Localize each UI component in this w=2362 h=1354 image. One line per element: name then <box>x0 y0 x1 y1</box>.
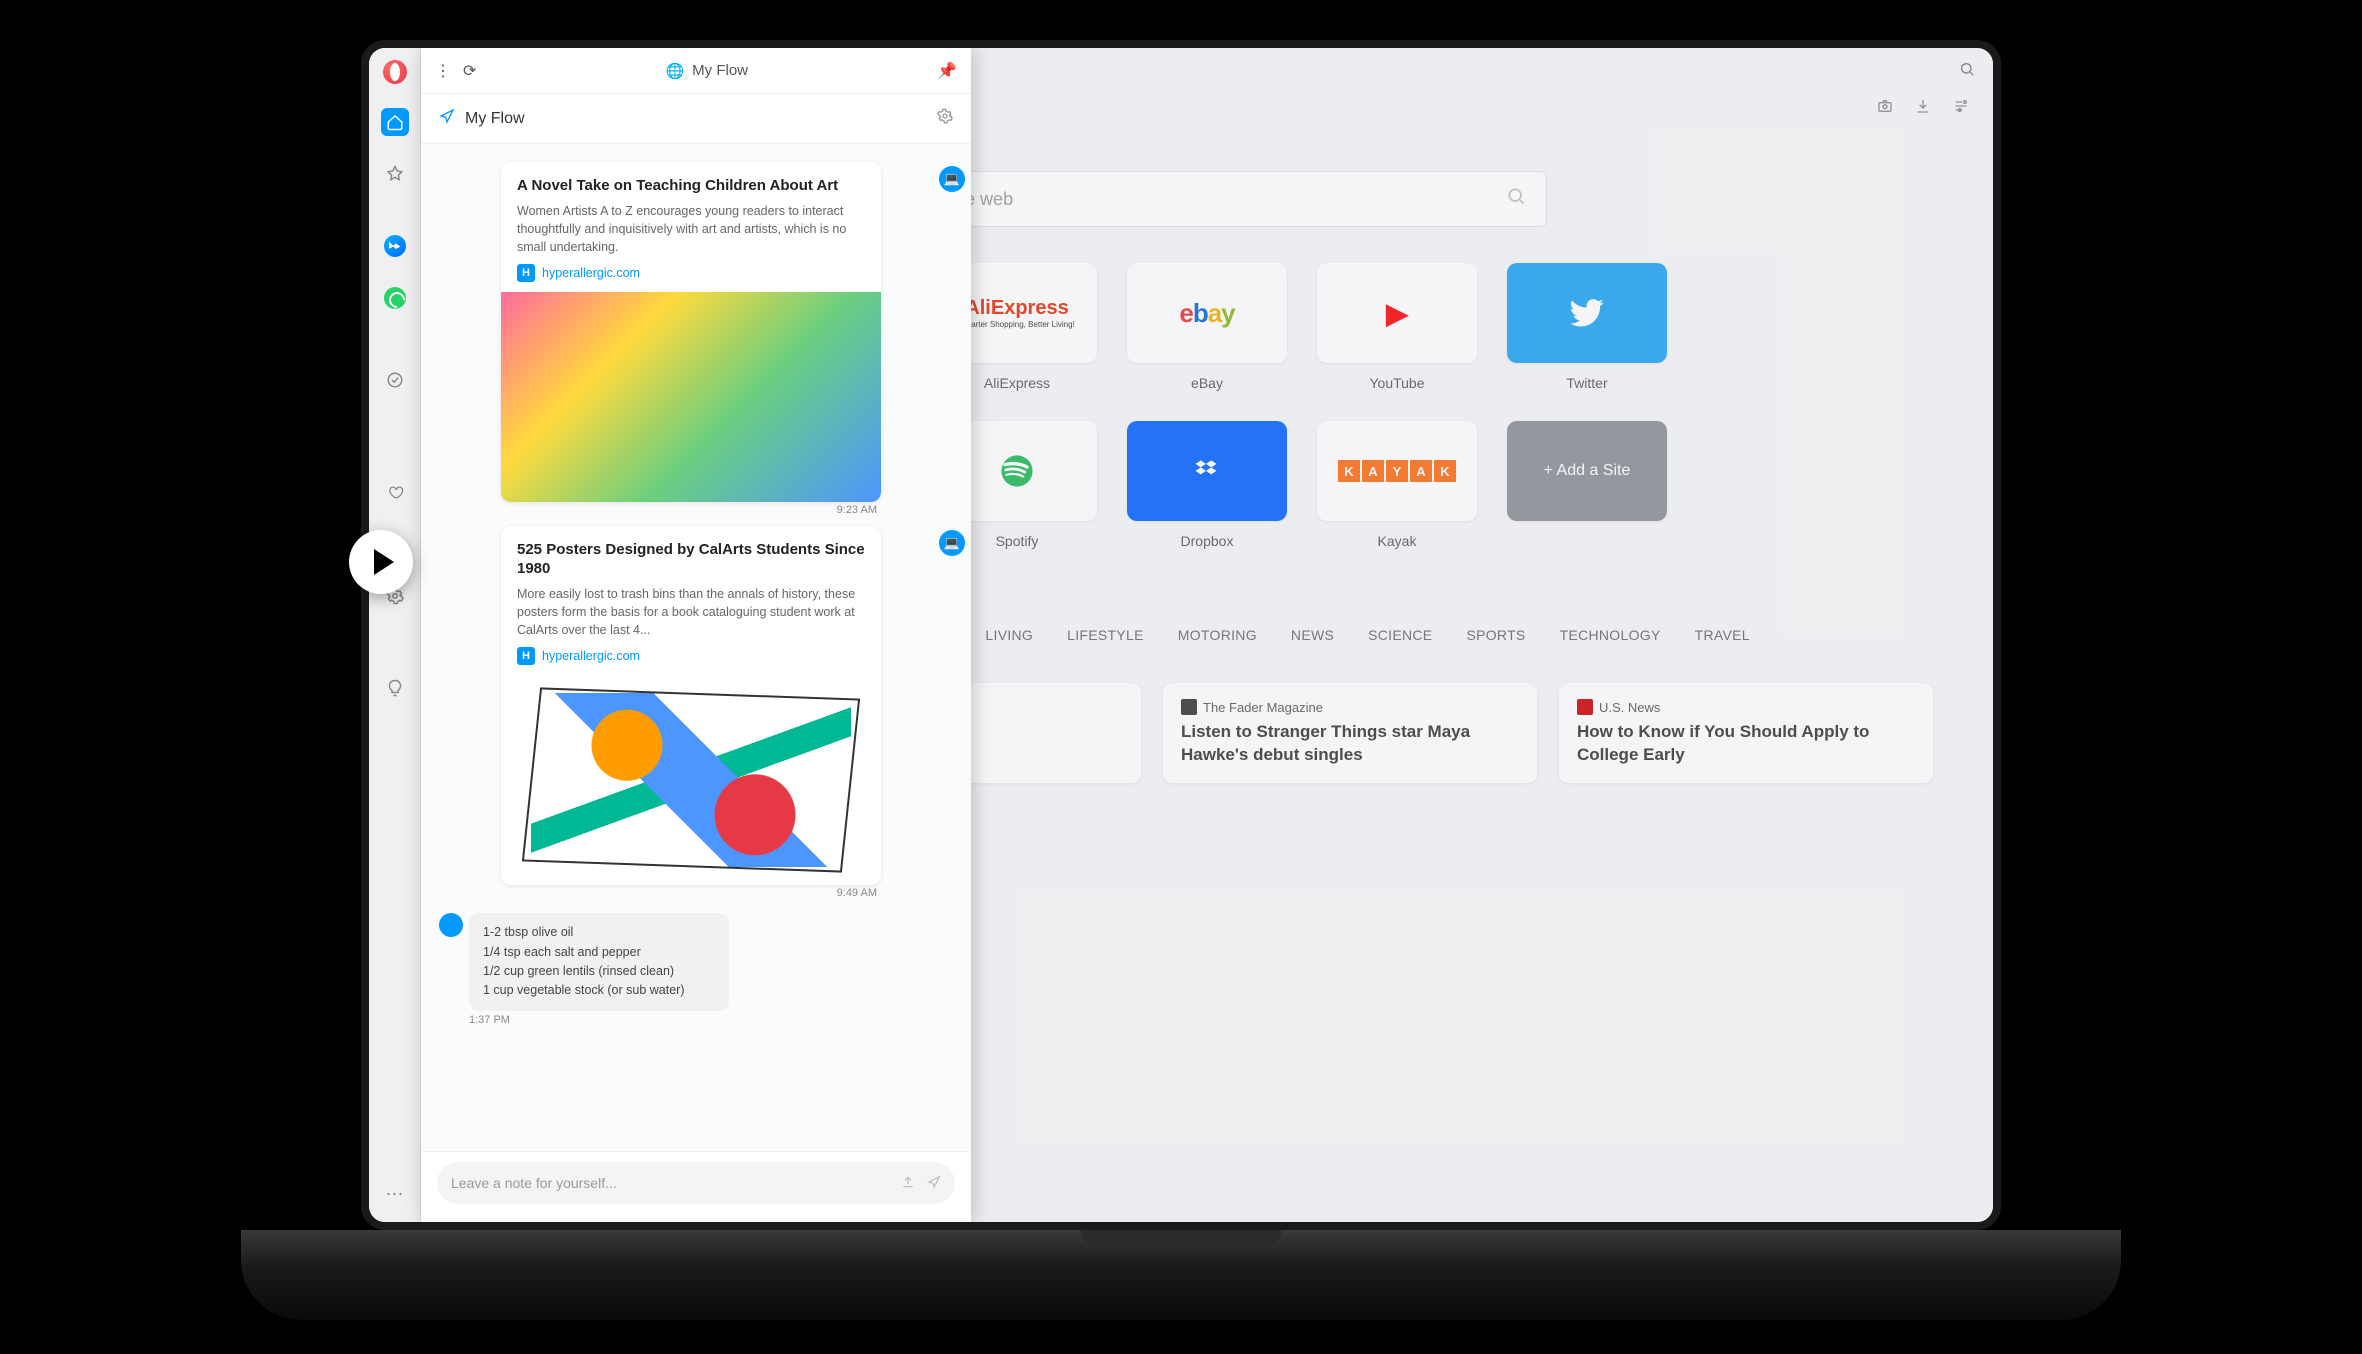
note-time: 1:37 PM <box>469 1014 811 1026</box>
pin-icon[interactable]: 📌 <box>937 61 957 81</box>
tile-ebay[interactable]: ebay eBay <box>1127 263 1287 391</box>
favicon: H <box>517 647 535 665</box>
whatsapp-icon[interactable] <box>381 284 409 312</box>
flow-body: 💻 A Novel Take on Teaching Children Abou… <box>421 144 971 1151</box>
tips-icon[interactable] <box>381 674 409 702</box>
upload-icon[interactable] <box>901 1175 915 1192</box>
flow-card-desc: More easily lost to trash bins than the … <box>517 585 865 639</box>
note-line: 1-2 tbsp olive oil <box>483 923 715 942</box>
flow-card-image <box>501 292 881 502</box>
device-badge-icon <box>439 913 463 937</box>
globe-icon: 🌐 <box>665 62 684 80</box>
tile-add-site[interactable]: + Add a Site <box>1507 421 1667 549</box>
flow-card-time: 9:49 AM <box>501 885 881 899</box>
reload-icon[interactable]: ⟳ <box>463 61 476 81</box>
flow-tab-title: My Flow <box>692 62 748 79</box>
flow-card-image <box>501 675 881 885</box>
cat-item[interactable]: LIVING <box>985 627 1033 643</box>
flow-card-desc: Women Artists A to Z encourages young re… <box>517 202 865 256</box>
favorites-icon[interactable] <box>381 478 409 506</box>
search-page-icon[interactable] <box>1959 61 1975 82</box>
play-button[interactable] <box>349 530 413 594</box>
news-card[interactable]: U.S. News How to Know if You Should Appl… <box>1559 683 1933 783</box>
note-line: 1/4 tsp each salt and pepper <box>483 943 715 962</box>
flow-header-title: My Flow <box>465 110 525 128</box>
tile-dropbox[interactable]: Dropbox <box>1127 421 1287 549</box>
opera-logo <box>383 60 407 84</box>
flow-card-source: hyperallergic.com <box>542 266 640 280</box>
send-icon[interactable] <box>927 1175 941 1192</box>
snapshot-icon[interactable] <box>1877 98 1893 119</box>
flow-note-input[interactable]: Leave a note for yourself... <box>437 1162 955 1204</box>
flow-settings-icon[interactable] <box>937 108 953 129</box>
favicon: H <box>517 264 535 282</box>
search-icon <box>1506 186 1526 212</box>
cat-item[interactable]: TECHNOLOGY <box>1560 627 1661 643</box>
note-line: 1/2 cup green lentils (rinsed clean) <box>483 962 715 981</box>
easy-setup-icon[interactable] <box>1953 98 1969 119</box>
cat-item[interactable]: MOTORING <box>1178 627 1257 643</box>
flow-input-placeholder: Leave a note for yourself... <box>451 1175 889 1191</box>
menu-icon[interactable]: ⋮ <box>435 61 451 81</box>
cat-item[interactable]: NEWS <box>1291 627 1334 643</box>
messenger-icon[interactable] <box>381 232 409 260</box>
source-icon <box>1577 699 1593 715</box>
source-icon <box>1181 699 1197 715</box>
personal-news-icon[interactable] <box>381 366 409 394</box>
flow-card-time: 9:23 AM <box>501 502 881 516</box>
cat-item[interactable]: SPORTS <box>1466 627 1525 643</box>
tile-twitter[interactable]: Twitter <box>1507 263 1667 391</box>
cat-item[interactable]: LIFESTYLE <box>1067 627 1144 643</box>
flow-card-source: hyperallergic.com <box>542 649 640 663</box>
cat-item[interactable]: SCIENCE <box>1368 627 1432 643</box>
flow-header: My Flow <box>421 94 971 144</box>
tile-youtube[interactable]: ▶ YouTube <box>1317 263 1477 391</box>
speed-dial-icon[interactable] <box>381 108 409 136</box>
device-badge-icon: 💻 <box>939 530 965 556</box>
note-line: 1 cup vegetable stock (or sub water) <box>483 981 715 1000</box>
news-card[interactable]: The Fader Magazine Listen to Stranger Th… <box>1163 683 1537 783</box>
flow-item[interactable]: 💻 A Novel Take on Teaching Children Abou… <box>501 162 951 516</box>
more-icon[interactable]: ⋯ <box>381 1180 409 1208</box>
download-icon[interactable] <box>1915 98 1931 119</box>
flow-note-item[interactable]: 1-2 tbsp olive oil 1/4 tsp each salt and… <box>441 913 811 1026</box>
my-flow-panel: ⋮ ⟳ 🌐 My Flow 📌 My Flow 💻 <box>421 48 971 1222</box>
flow-card-title: A Novel Take on Teaching Children About … <box>517 176 865 196</box>
flow-item[interactable]: 💻 525 Posters Designed by CalArts Studen… <box>501 526 951 899</box>
bookmarks-icon[interactable] <box>381 160 409 188</box>
browser-sidebar: ⋯ <box>369 48 421 1222</box>
flow-tab-bar: ⋮ ⟳ 🌐 My Flow 📌 <box>421 48 971 94</box>
tile-kayak[interactable]: KAYAK Kayak <box>1317 421 1477 549</box>
cat-item[interactable]: TRAVEL <box>1695 627 1750 643</box>
device-badge-icon: 💻 <box>939 166 965 192</box>
flow-card-title: 525 Posters Designed by CalArts Students… <box>517 540 865 579</box>
flow-icon <box>439 108 455 129</box>
laptop-base <box>241 1230 2121 1320</box>
